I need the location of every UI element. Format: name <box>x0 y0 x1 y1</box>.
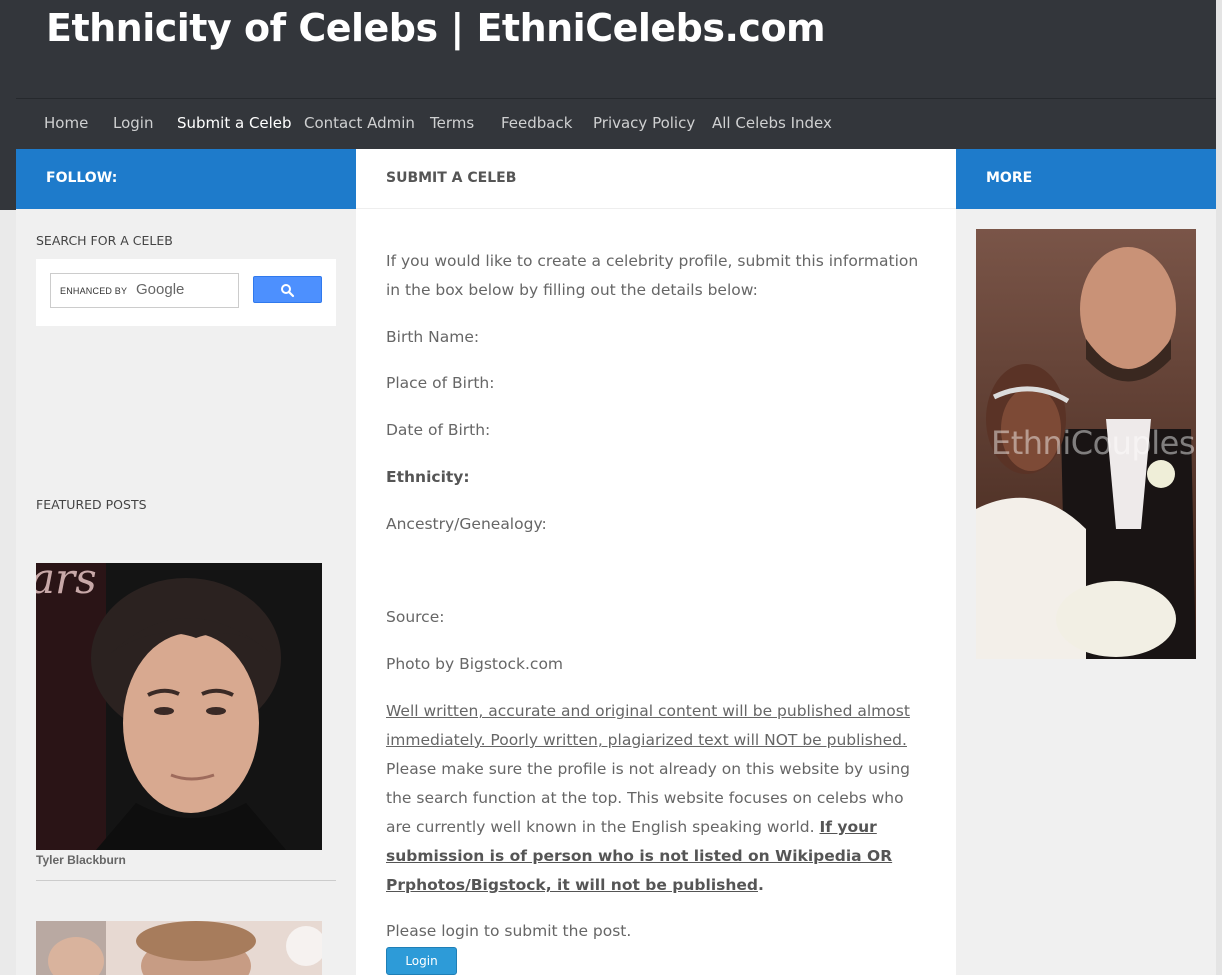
nav-terms[interactable]: Terms <box>430 114 474 132</box>
date-of-birth-label: Date of Birth: <box>386 421 491 439</box>
login-prompt: Please login to submit the post. <box>386 922 632 940</box>
nav-contact-admin[interactable]: Contact Admin <box>304 114 415 132</box>
featured-post-image-2[interactable] <box>36 921 322 975</box>
featured-posts-title: FEATURED POSTS <box>36 497 147 512</box>
right-sidebar: EthniCouples. <box>956 209 1216 975</box>
submission-notice: Well written, accurate and original cont… <box>386 697 931 900</box>
nav-home[interactable]: Home <box>44 114 88 132</box>
notice-end: . <box>758 876 764 894</box>
ethnicity-label: Ethnicity: <box>386 468 470 486</box>
main-nav: Home Login Submit a Celeb Contact Admin … <box>16 98 1216 149</box>
featured-post-caption[interactable]: Tyler Blackburn <box>36 853 126 867</box>
source-label: Source: <box>386 608 445 626</box>
page-title: SUBMIT A CELEB <box>356 149 956 209</box>
page-edge <box>1216 0 1222 975</box>
ancestry-label: Ancestry/Genealogy: <box>386 515 547 533</box>
photo-credit: Photo by Bigstock.com <box>386 655 564 673</box>
birth-name-label: Birth Name: <box>386 328 480 346</box>
follow-bar: FOLLOW: <box>16 149 356 209</box>
nav-submit-a-celeb[interactable]: Submit a Celeb <box>177 114 292 132</box>
notice-underlined[interactable]: Well written, accurate and original cont… <box>386 702 910 749</box>
login-button[interactable]: Login <box>386 947 457 975</box>
featured-post-image[interactable]: ars <box>36 563 322 850</box>
main-content: If you would like to create a celebrity … <box>356 209 956 975</box>
search-widget: ENHANCED BY Google <box>36 259 336 326</box>
site-title[interactable]: Ethnicity of Celebs | EthniCelebs.com <box>46 6 826 50</box>
intro-text: If you would like to create a celebrity … <box>386 252 919 299</box>
divider <box>36 880 336 881</box>
search-input[interactable]: ENHANCED BY Google <box>50 273 239 308</box>
place-of-birth-label: Place of Birth: <box>386 374 495 392</box>
search-button[interactable] <box>253 276 322 303</box>
search-widget-title: SEARCH FOR A CELEB <box>36 233 173 248</box>
svg-text:ars: ars <box>36 563 97 603</box>
nav-all-celebs-index[interactable]: All Celebs Index <box>712 114 832 132</box>
nav-feedback[interactable]: Feedback <box>501 114 572 132</box>
google-logo: Google <box>136 281 185 298</box>
more-bar: MORE <box>956 149 1216 209</box>
nav-privacy-policy[interactable]: Privacy Policy <box>593 114 695 132</box>
search-icon <box>281 284 295 298</box>
left-sidebar: SEARCH FOR A CELEB ENHANCED BY Google FE… <box>16 209 356 975</box>
search-enhanced-label: ENHANCED BY <box>60 286 128 296</box>
ethnicity-row: Ethnicity: <box>386 463 931 492</box>
ad-watermark: EthniCouples. <box>991 424 1196 462</box>
nav-login[interactable]: Login <box>113 114 153 132</box>
ethnicouples-ad-image[interactable]: EthniCouples. <box>976 229 1196 659</box>
